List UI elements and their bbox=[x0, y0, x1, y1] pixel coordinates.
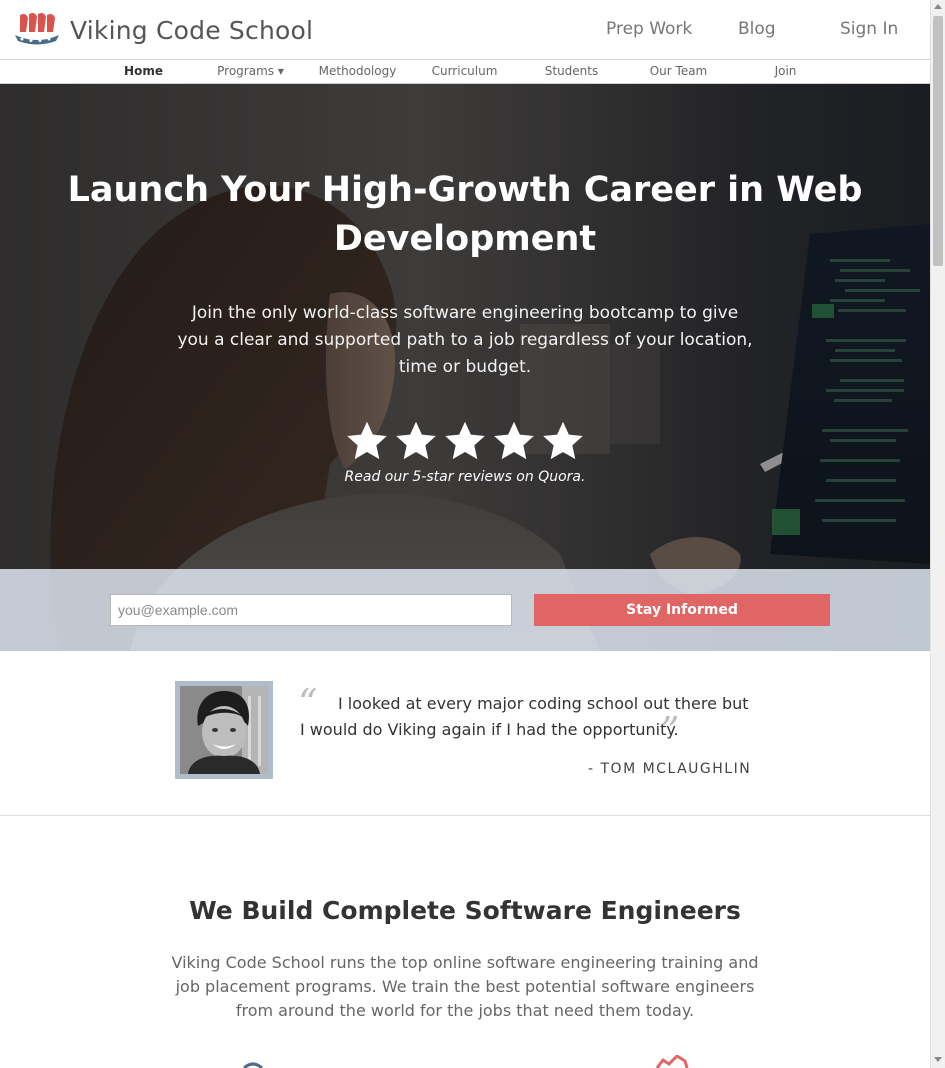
subnav-item-programs[interactable]: Programs ▾ bbox=[197, 64, 304, 78]
site-header: Viking Code School Prep Work Blog Sign I… bbox=[0, 0, 930, 60]
top-nav: Prep Work Blog Sign In bbox=[0, 19, 930, 43]
star-icon bbox=[494, 421, 534, 460]
email-input[interactable] bbox=[110, 594, 512, 626]
hero-subtitle: Join the only world-class software engin… bbox=[177, 303, 753, 377]
subnav-item-our-team[interactable]: Our Team bbox=[625, 64, 732, 78]
page-scrollbar[interactable] bbox=[930, 0, 945, 1068]
quote-close-icon: ” bbox=[660, 709, 680, 753]
star-icon bbox=[396, 421, 436, 460]
nav-link-prep-work[interactable]: Prep Work bbox=[606, 19, 692, 39]
section-body: Viking Code School runs the top online s… bbox=[171, 953, 759, 1020]
scroll-down-icon[interactable] bbox=[934, 1057, 942, 1062]
nav-link-blog[interactable]: Blog bbox=[738, 19, 776, 39]
feature-icon-right bbox=[655, 1055, 689, 1068]
avatar bbox=[180, 686, 268, 774]
stay-informed-button[interactable]: Stay Informed bbox=[534, 594, 830, 626]
nav-link-sign-in[interactable]: Sign In bbox=[840, 19, 898, 39]
feature-icon-left bbox=[243, 1062, 263, 1068]
rating-stars[interactable] bbox=[345, 419, 585, 465]
testimonial-quote: I looked at every major coding school ou… bbox=[300, 694, 749, 739]
subnav-item-methodology[interactable]: Methodology bbox=[304, 64, 411, 78]
avatar-frame bbox=[175, 681, 273, 779]
subnav-item-students[interactable]: Students bbox=[518, 64, 625, 78]
signup-band: Stay Informed bbox=[0, 569, 930, 651]
scroll-thumb[interactable] bbox=[933, 16, 943, 266]
testimonial-author: - TOM MCLAUGHLIN bbox=[588, 761, 752, 777]
subnav-item-home[interactable]: Home bbox=[90, 64, 197, 78]
star-icon bbox=[347, 421, 387, 460]
star-icon bbox=[445, 421, 485, 460]
quora-reviews-link[interactable]: Read our 5-star reviews on Quora. bbox=[250, 469, 680, 485]
scroll-up-icon[interactable] bbox=[934, 4, 942, 9]
section-title: We Build Complete Software Engineers bbox=[189, 896, 741, 925]
hero: Launch Your High-Growth Career in Web De… bbox=[0, 84, 930, 651]
star-icon bbox=[543, 421, 583, 460]
subnav-item-curriculum[interactable]: Curriculum bbox=[411, 64, 518, 78]
sub-nav: Home Programs ▾ Methodology Curriculum S… bbox=[0, 60, 930, 84]
subnav-item-join[interactable]: Join bbox=[732, 64, 839, 78]
hero-title: Launch Your High-Growth Career in Web De… bbox=[67, 170, 863, 259]
testimonial: “ I looked at every major coding school … bbox=[0, 651, 930, 816]
